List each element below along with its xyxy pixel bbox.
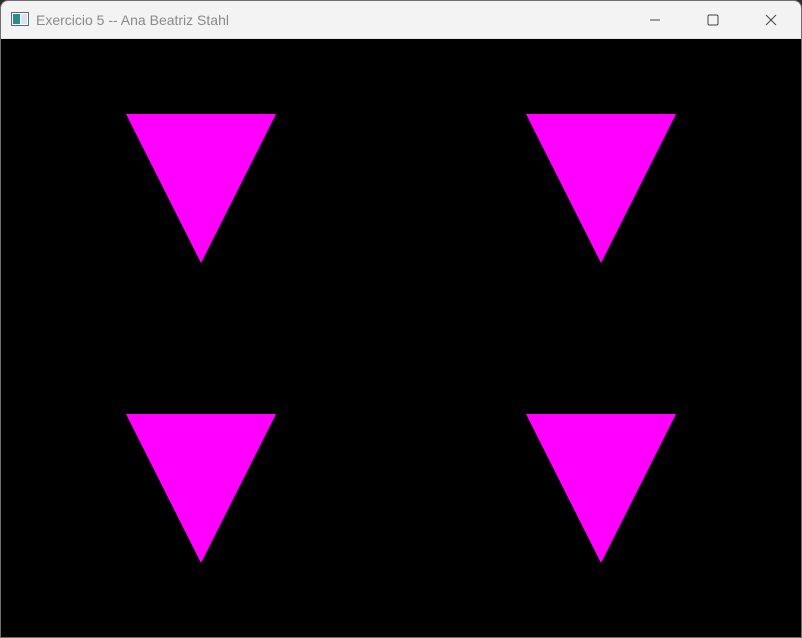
maximize-button[interactable] xyxy=(684,1,742,38)
canvas-background xyxy=(1,39,801,637)
maximize-icon xyxy=(707,14,719,25)
scene xyxy=(1,39,801,637)
render-canvas xyxy=(1,39,801,637)
close-button[interactable] xyxy=(742,1,800,38)
title-bar[interactable]: Exercicio 5 -- Ana Beatriz Stahl xyxy=(1,1,801,39)
minimize-button[interactable] xyxy=(626,1,684,38)
close-icon xyxy=(765,14,777,25)
app-icon xyxy=(11,12,29,26)
app-window: Exercicio 5 -- Ana Beatriz Stahl xyxy=(0,0,802,638)
minimize-icon xyxy=(650,19,660,20)
window-title: Exercicio 5 -- Ana Beatriz Stahl xyxy=(36,12,229,28)
